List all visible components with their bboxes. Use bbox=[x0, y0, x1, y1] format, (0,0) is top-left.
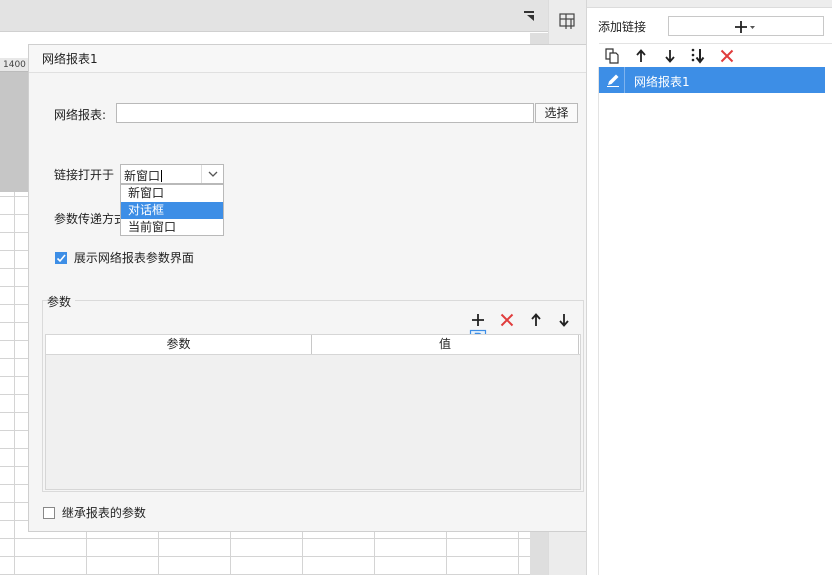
delete-icon[interactable] bbox=[718, 47, 736, 65]
selected-cell-area bbox=[0, 72, 28, 192]
column-header-value[interactable]: 值 bbox=[312, 335, 578, 354]
open-in-label: 链接打开于 bbox=[54, 168, 115, 182]
dialog-title: 网络报表1 bbox=[29, 45, 589, 73]
move-down-icon[interactable] bbox=[661, 47, 679, 65]
collapse-arrow-icon[interactable] bbox=[522, 9, 536, 23]
choose-button[interactable]: 选择 bbox=[535, 103, 578, 123]
list-item-divider bbox=[624, 67, 625, 93]
add-link-button[interactable] bbox=[668, 16, 824, 36]
sort-down-icon[interactable] bbox=[689, 47, 707, 65]
show-params-checkbox[interactable] bbox=[55, 251, 67, 264]
param-pass-label: 参数传递方式 bbox=[54, 212, 127, 226]
panel-top-strip bbox=[587, 0, 832, 8]
add-link-label: 添加链接 bbox=[598, 20, 647, 34]
check-icon bbox=[56, 253, 66, 262]
inherit-params-label: 继承报表的参数 bbox=[61, 506, 146, 520]
plus-dropdown-icon bbox=[735, 21, 755, 33]
hyperlink-panel: 添加链接 网络报表1 bbox=[586, 0, 832, 575]
add-icon[interactable] bbox=[469, 311, 487, 329]
layout-grid-icon[interactable] bbox=[559, 12, 577, 30]
open-in-option-current-window[interactable]: 当前窗口 bbox=[121, 219, 223, 236]
show-params-label: 展示网络报表参数界面 bbox=[73, 251, 194, 265]
link-list-item[interactable]: 网络报表1 bbox=[599, 67, 825, 93]
move-up-icon[interactable] bbox=[527, 311, 545, 329]
delete-icon[interactable] bbox=[498, 311, 516, 329]
open-in-option-dialog[interactable]: 对话框 bbox=[121, 202, 223, 219]
chevron-down-icon[interactable] bbox=[201, 165, 223, 183]
open-in-value: 新窗口 bbox=[124, 169, 163, 183]
report-path-input[interactable] bbox=[116, 103, 534, 123]
params-toolbar bbox=[462, 311, 589, 347]
report-label: 网络报表: bbox=[54, 108, 107, 122]
link-list-toolbar bbox=[599, 43, 832, 67]
column-header-end bbox=[578, 335, 580, 354]
inherit-params-row[interactable]: 继承报表的参数 bbox=[43, 504, 146, 520]
link-list: 网络报表1 bbox=[598, 67, 825, 575]
inherit-params-checkbox[interactable] bbox=[43, 506, 55, 519]
open-in-dropdown: 新窗口 对话框 当前窗口 bbox=[120, 184, 224, 236]
open-in-select[interactable]: 新窗口 bbox=[120, 164, 224, 184]
column-header-param[interactable]: 参数 bbox=[46, 335, 312, 354]
column-ruler: 1400 bbox=[0, 58, 28, 72]
params-group-title: 参数 bbox=[47, 293, 76, 310]
editor-toolbar bbox=[0, 0, 548, 32]
hyperlink-dialog: 网络报表1 网络报表: 选择 链接打开于 新窗口 新窗口 对话框 当前窗口 参数… bbox=[28, 44, 590, 532]
edit-pencil-icon bbox=[607, 74, 619, 87]
show-params-row[interactable]: 展示网络报表参数界面 bbox=[55, 249, 194, 265]
params-table-header: 参数 值 bbox=[46, 335, 580, 355]
move-up-icon[interactable] bbox=[632, 47, 650, 65]
move-down-icon[interactable] bbox=[555, 311, 573, 329]
open-in-option-new-window[interactable]: 新窗口 bbox=[121, 185, 223, 202]
copy-icon[interactable] bbox=[603, 47, 621, 65]
link-item-label: 网络报表1 bbox=[634, 75, 690, 89]
params-table[interactable]: 参数 值 bbox=[45, 334, 581, 490]
